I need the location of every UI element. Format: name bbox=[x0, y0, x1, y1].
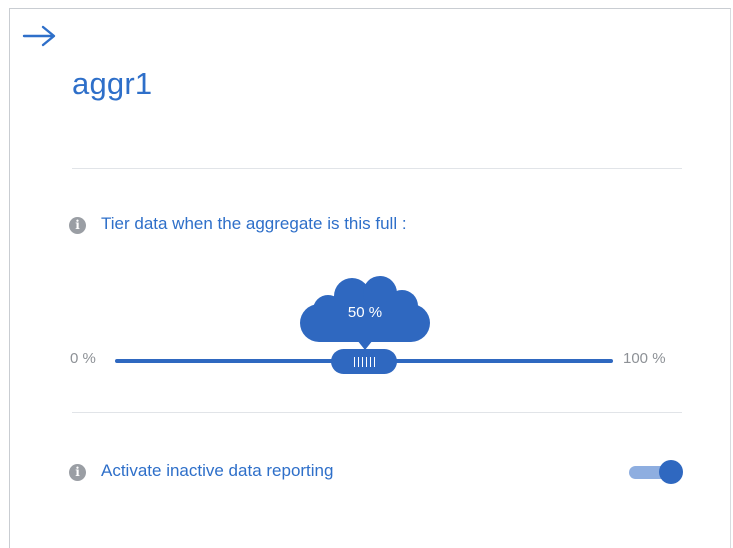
slider-value-label: 50 % bbox=[347, 304, 383, 321]
tier-threshold-slider: 0 % 100 % 50 % bbox=[0, 0, 733, 535]
slider-min-label: 0 % bbox=[70, 350, 96, 367]
inactive-data-reporting-toggle[interactable] bbox=[629, 459, 683, 486]
slider-thumb[interactable] bbox=[331, 349, 397, 374]
toggle-knob bbox=[659, 460, 683, 484]
info-icon[interactable]: i bbox=[69, 464, 86, 481]
divider bbox=[72, 412, 682, 413]
slider-max-label: 100 % bbox=[623, 350, 666, 367]
inactive-data-reporting-label: Activate inactive data reporting bbox=[101, 461, 334, 480]
